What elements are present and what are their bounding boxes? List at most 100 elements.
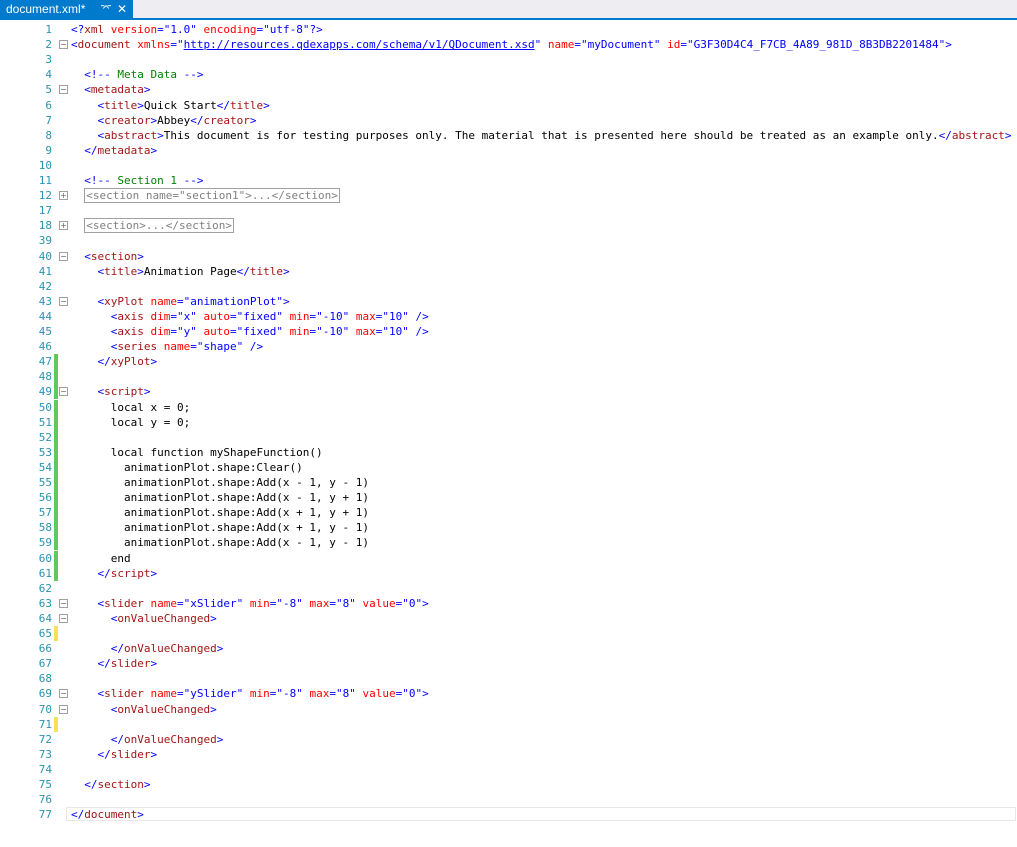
code-line[interactable]: 76 [0,792,1017,807]
code-line[interactable]: 9 </metadata> [0,143,1017,158]
code-line[interactable]: 54 animationPlot.shape:Clear() [0,459,1017,475]
code-token: = [329,687,336,701]
code-line[interactable]: 17 [0,203,1017,218]
tab-document-xml[interactable]: document.xml* ⌤ ✕ [0,0,133,18]
code-token: end [110,551,131,565]
collapsed-region[interactable]: <section name="section1">...</section> [84,188,340,204]
code-line[interactable]: 42 [0,279,1017,294]
code-line[interactable]: 52 [0,429,1017,445]
code-line[interactable]: 73 </slider> [0,747,1017,762]
code-line[interactable]: 48 [0,369,1017,385]
code-line[interactable]: 43− <xyPlot name="animationPlot"> [0,294,1017,309]
code-line[interactable]: 45 <axis dim="y" auto="fixed" min="-10" … [0,324,1017,339]
code-line[interactable]: 1 <?xml version="1.0" encoding="utf-8"?> [0,22,1017,37]
code-token: script [104,385,144,399]
code-line[interactable]: 51 local y = 0; [0,414,1017,430]
code-line[interactable]: 8 <abstract>This document is for testing… [0,128,1017,143]
code-line[interactable]: 68 [0,671,1017,686]
expand-icon[interactable]: + [59,221,68,231]
code-line[interactable]: 50 local x = 0; [0,399,1017,415]
code-token: > [137,264,144,278]
code-token: metadata [97,143,151,157]
code-line[interactable]: 66 </onValueChanged> [0,641,1017,656]
code-token: </ [84,143,98,157]
code-token: "0" [402,596,423,610]
line-number: 69 [38,687,52,701]
unsaved-change-marker [54,626,58,641]
code-line[interactable]: 46 <series name="shape" /> [0,339,1017,354]
code-line[interactable]: 60 end [0,550,1017,566]
code-line[interactable]: 5− <metadata> [0,82,1017,97]
code-line[interactable]: 67 </slider> [0,656,1017,671]
code-editor[interactable]: 1 <?xml version="1.0" encoding="utf-8"?> 2… [0,20,1017,847]
code-line[interactable]: 3 [0,52,1017,67]
code-line[interactable]: 47 </xyPlot> [0,354,1017,370]
expand-icon[interactable]: + [59,191,68,201]
code-line[interactable]: 61 </script> [0,565,1017,581]
code-line[interactable]: 62 [0,581,1017,596]
code-line[interactable]: 40− <section> [0,249,1017,264]
code-line[interactable]: 53 local function myShapeFunction() [0,444,1017,460]
code-text: <title>Animation Page</title> [71,264,290,279]
code-line[interactable]: 74 [0,762,1017,777]
code-line[interactable]: 55 animationPlot.shape:Add(x - 1, y - 1) [0,475,1017,490]
collapse-icon[interactable]: − [59,296,68,306]
line-number: 60 [38,551,52,565]
code-line[interactable]: 4 <!-- Meta Data --> [0,67,1017,82]
code-line[interactable]: 12 + <section name="section1">...</sectio… [0,188,1017,204]
line-number: 7 [45,113,52,127]
code-token: slider [110,657,151,671]
code-token: </ [84,778,98,791]
code-line[interactable]: 59 animationPlot.shape:Add(x - 1, y - 1) [0,535,1017,551]
code-line[interactable]: 7 <creator>Abbey</creator> [0,113,1017,128]
code-token: </ [938,128,952,142]
code-line[interactable]: 70− <onValueChanged> [0,702,1017,717]
code-line[interactable]: 69− <slider name="ySlider" min="-8" max=… [0,686,1017,701]
code-line[interactable]: 18 + <section>...</section> [0,218,1017,234]
code-line[interactable]: 64− <onValueChanged> [0,611,1017,626]
collapse-icon[interactable]: − [59,387,68,397]
code-token: </ [216,98,230,112]
code-token: > [137,98,144,112]
code-line[interactable]: 71 [0,716,1017,732]
code-line[interactable]: 41 <title>Animation Page</title> [0,264,1017,279]
code-line[interactable]: 6 <title>Quick Start</title> [0,98,1017,113]
code-line[interactable]: 2− <document xmlns="http://resources.qdex… [0,37,1017,52]
code-line[interactable]: 75 </section> [0,777,1017,792]
collapse-icon[interactable]: − [59,598,68,608]
code-link[interactable]: http://resources.qdexapps.com/schema/v1/… [184,38,535,51]
collapse-icon[interactable]: − [59,689,68,699]
code-token: > [150,566,158,580]
close-icon[interactable]: ✕ [116,0,128,18]
code-token: > [137,249,144,263]
code-line[interactable]: 58 animationPlot.shape:Add(x + 1, y - 1) [0,520,1017,536]
collapse-icon[interactable]: − [59,85,68,95]
collapse-icon[interactable]: − [59,251,68,261]
code-line[interactable]: 11 <!-- Section 1 --> [0,173,1017,188]
code-line[interactable]: 44 <axis dim="x" auto="fixed" min="-10" … [0,309,1017,324]
code-token: section [90,249,138,263]
pin-icon[interactable]: ⌤ [100,0,112,18]
code-text: local y = 0; [71,415,190,430]
code-token: metadata [90,83,144,97]
code-line[interactable]: 77 </document> [0,807,1017,822]
code-line[interactable]: 63− <slider name="xSlider" min="-8" max=… [0,596,1017,611]
code-line[interactable]: 56 animationPlot.shape:Add(x - 1, y + 1) [0,490,1017,506]
collapsed-region[interactable]: <section>...</section> [84,218,234,234]
code-line[interactable]: 49− <script> [0,384,1017,400]
code-token: animationPlot.shape:Add(x - 1, y + 1) [123,491,370,505]
collapse-icon[interactable]: − [59,40,68,50]
collapse-icon[interactable]: − [59,704,68,714]
code-token: > [137,808,144,822]
code-line[interactable]: 65 [0,626,1017,641]
code-text: <section name="section1">...</section> [71,188,340,204]
collapse-icon[interactable]: − [59,613,68,623]
code-line[interactable]: 10 [0,158,1017,173]
code-line[interactable]: 57 animationPlot.shape:Add(x + 1, y + 1) [0,505,1017,521]
code-line[interactable]: 39 [0,233,1017,248]
code-token: version [110,23,158,36]
code-line[interactable]: 72 </onValueChanged> [0,732,1017,747]
